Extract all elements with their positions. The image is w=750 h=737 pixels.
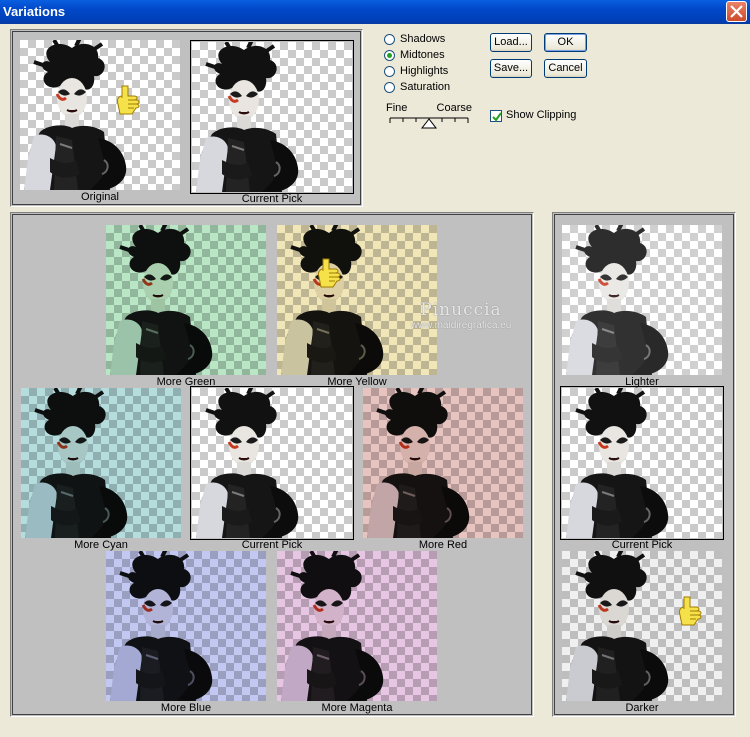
title-bar: Variations bbox=[0, 0, 750, 24]
current-pick-caption: Current Pick bbox=[241, 193, 303, 205]
original-thumbnail: Original bbox=[20, 40, 180, 205]
show-clipping-label: Show Clipping bbox=[506, 109, 577, 121]
radio-label: Shadows bbox=[400, 33, 446, 45]
fine-coarse-slider[interactable]: Fine Coarse bbox=[386, 102, 472, 132]
variation-more-cyan[interactable]: More Cyan bbox=[21, 388, 181, 553]
brightness-current-pick[interactable]: Current Pick bbox=[560, 386, 724, 553]
close-icon bbox=[730, 5, 743, 18]
pointing-hand-icon bbox=[317, 258, 341, 288]
variation-darker[interactable]: Darker bbox=[562, 551, 722, 716]
variation-lighter[interactable]: Lighter bbox=[562, 225, 722, 390]
window-title: Variations bbox=[3, 4, 66, 19]
watermark-url: www.maidiregrafica.eu bbox=[410, 320, 512, 331]
variation-caption: More Blue bbox=[160, 702, 212, 714]
original-caption: Original bbox=[81, 191, 119, 203]
variation-more-green[interactable]: More Green bbox=[106, 225, 266, 390]
variation-more-magenta[interactable]: More Magenta bbox=[277, 551, 437, 716]
radio-button[interactable] bbox=[384, 82, 395, 93]
slider-thumb-icon bbox=[420, 118, 438, 129]
load-button[interactable]: Load... bbox=[490, 33, 532, 52]
watermark: Pinuccia www.maidiregrafica.eu bbox=[396, 300, 526, 331]
variation-current-pick[interactable]: Current Pick bbox=[190, 386, 354, 553]
pointing-hand-icon bbox=[116, 85, 140, 115]
variation-more-red[interactable]: More Red bbox=[363, 388, 523, 553]
coarse-label: Coarse bbox=[436, 102, 472, 114]
variation-more-blue[interactable]: More Blue bbox=[106, 551, 266, 716]
variation-caption: Darker bbox=[625, 702, 659, 714]
variation-caption: More Magenta bbox=[321, 702, 393, 714]
save-button[interactable]: Save... bbox=[490, 59, 532, 78]
radio-button[interactable] bbox=[384, 50, 395, 61]
cancel-button[interactable]: Cancel bbox=[544, 59, 587, 78]
fine-label: Fine bbox=[386, 102, 408, 114]
radio-button[interactable] bbox=[384, 66, 395, 77]
radio-button[interactable] bbox=[384, 34, 395, 45]
pointing-hand-icon bbox=[678, 596, 702, 626]
watermark-name: Pinuccia bbox=[420, 300, 502, 320]
checkbox[interactable] bbox=[490, 110, 502, 122]
current-pick-preview: Current Pick bbox=[190, 40, 354, 205]
radio-label: Saturation bbox=[400, 81, 451, 93]
check-icon bbox=[492, 112, 502, 122]
ok-button[interactable]: OK bbox=[544, 33, 587, 52]
slider-track[interactable] bbox=[386, 114, 472, 132]
close-button[interactable] bbox=[726, 1, 747, 22]
radio-label: Highlights bbox=[400, 65, 449, 77]
radio-label: Midtones bbox=[400, 49, 445, 61]
